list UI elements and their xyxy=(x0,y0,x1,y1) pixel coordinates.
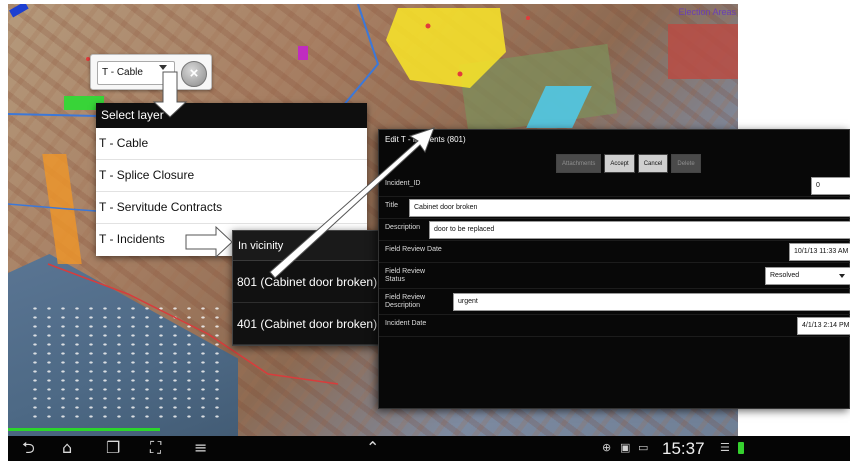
cancel-button[interactable]: Cancel xyxy=(637,154,669,173)
field-row-incident-id: Incident_ID 0 xyxy=(379,175,850,197)
field-row-incident-date: Incident Date 4/1/13 2:14 PM xyxy=(379,315,850,337)
chevron-down-icon xyxy=(839,274,845,278)
edit-incident-panel: Edit T - Incidents (801) Attachments Acc… xyxy=(378,129,850,409)
accept-button[interactable]: Accept xyxy=(604,154,635,173)
edit-toolbar: Attachments Accept Cancel Delete xyxy=(556,154,701,173)
field-review-description-label: Field Review Description xyxy=(385,294,426,309)
edit-panel-title: Edit T - Incidents (801) xyxy=(385,135,466,144)
field-row-field-review-status: Field Review Status Resolved xyxy=(379,263,850,289)
menu-icon[interactable]: ≡ xyxy=(194,439,207,457)
message-icon: ▭ xyxy=(638,441,649,454)
field-row-description: Description door to be replaced xyxy=(379,219,850,241)
magenta-marker xyxy=(298,46,308,60)
vicinity-title: In vicinity xyxy=(233,231,379,261)
incident-date-field[interactable]: 4/1/13 2:14 PM xyxy=(797,317,850,335)
field-row-field-review-description: Field Review Description urgent xyxy=(379,289,850,315)
in-vicinity-panel: In vicinity 801 (Cabinet door broken) 40… xyxy=(232,230,380,346)
home-icon[interactable]: ⌂ xyxy=(62,439,72,457)
title-label: Title xyxy=(385,202,398,209)
field-review-date-label: Field Review Date xyxy=(385,246,442,253)
back-icon[interactable]: ⮌ xyxy=(22,439,35,457)
clock: 15:37 xyxy=(662,439,705,458)
gps-icon: ⊕ xyxy=(602,441,612,454)
field-review-status-label: Field Review Status xyxy=(385,268,426,283)
incident-point[interactable] xyxy=(425,23,431,29)
up-chevron-icon[interactable]: ⌃ xyxy=(366,439,379,457)
incident-id-field[interactable]: 0 xyxy=(811,177,850,195)
close-icon[interactable]: × xyxy=(181,61,207,87)
layer-item-splice-closure[interactable]: T - Splice Closure xyxy=(96,160,367,192)
delete-button[interactable]: Delete xyxy=(671,154,701,173)
blue-marker xyxy=(9,4,29,18)
incident-point[interactable] xyxy=(526,16,530,20)
wifi-icon: ☰ xyxy=(720,441,730,454)
select-layer-title: Select layer xyxy=(96,103,367,128)
vicinity-item-401[interactable]: 401 (Cabinet door broken) xyxy=(233,303,379,345)
gallery-icon: ▣ xyxy=(620,441,631,454)
field-review-status-value: Resolved xyxy=(770,272,800,279)
field-review-description-field[interactable]: urgent xyxy=(453,293,850,311)
description-label: Description xyxy=(385,224,421,231)
chevron-down-icon[interactable] xyxy=(159,65,167,70)
screenshot-icon[interactable]: ⛶ xyxy=(150,439,161,457)
field-row-field-review-date: Field Review Date 10/1/13 11:33 AM xyxy=(379,241,850,263)
incident-id-label: Incident_ID xyxy=(385,180,421,187)
attachments-button[interactable]: Attachments xyxy=(556,154,602,173)
incident-date-label: Incident Date xyxy=(385,320,427,327)
field-row-title: Title Cabinet door broken xyxy=(379,197,850,219)
layer-item-servitude-contracts[interactable]: T - Servitude Contracts xyxy=(96,192,367,224)
layer-dropdown-popup: T - Cable × xyxy=(90,54,212,90)
vicinity-item-801[interactable]: 801 (Cabinet door broken) xyxy=(233,261,379,303)
layer-item-cable[interactable]: T - Cable xyxy=(96,128,367,160)
load-progress-bar xyxy=(8,428,160,431)
map-layer-caption: Election Areas xyxy=(678,7,736,17)
field-review-date-field[interactable]: 10/1/13 11:33 AM xyxy=(789,243,850,261)
incident-point[interactable] xyxy=(457,71,463,77)
description-field[interactable]: door to be replaced xyxy=(429,221,850,239)
system-nav-bar: ⮌ ⌂ ❐ ⛶ ≡ ⌃ ⊕ ▣ ▭ 15:37 ☰ xyxy=(8,436,850,461)
title-field[interactable]: Cabinet door broken xyxy=(409,199,850,217)
battery-icon xyxy=(738,442,744,454)
recent-apps-icon[interactable]: ❐ xyxy=(106,439,120,457)
tablet-screen: Election Areas T - Cable × Select layer … xyxy=(0,0,850,461)
field-review-status-select[interactable]: Resolved xyxy=(765,267,850,285)
